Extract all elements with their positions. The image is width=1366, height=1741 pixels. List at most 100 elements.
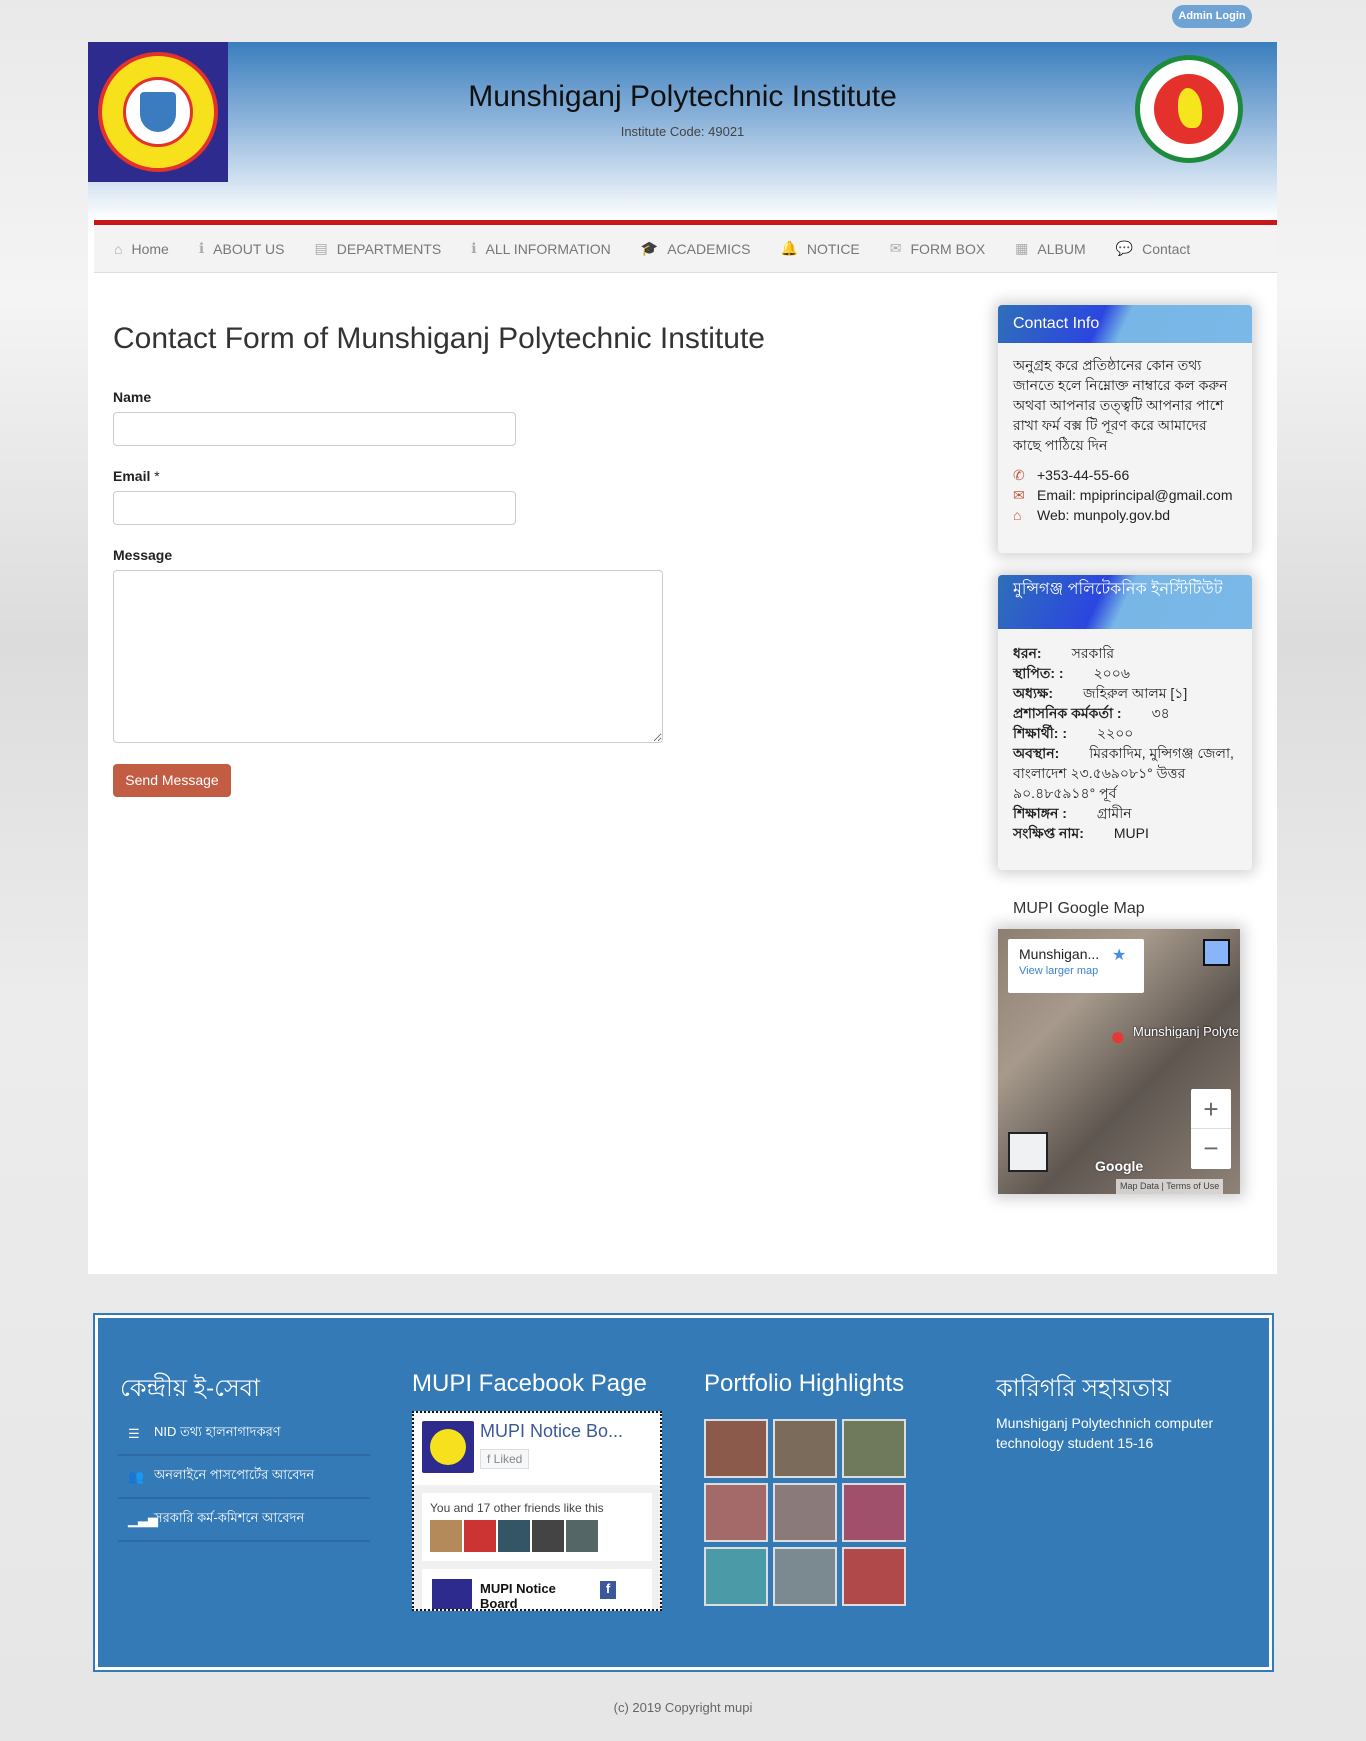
nav-item-album[interactable]: ▦ ALBUM [1015, 240, 1085, 257]
info-value: গ্রামীন [1096, 805, 1132, 821]
phone-number: +353-44-55-66 [1037, 467, 1130, 483]
info-row: শিক্ষাঙ্গন : গ্রামীন [1013, 803, 1237, 823]
nav-item-home[interactable]: ⌂ Home [114, 241, 169, 257]
map-pin-icon[interactable]: ● [1110, 1021, 1126, 1052]
liked-button[interactable]: f Liked [480, 1449, 530, 1469]
nav-item-all-information[interactable]: ℹ ALL INFORMATION [471, 240, 611, 257]
info-row: শিক্ষার্থী: : ২২০০ [1013, 723, 1237, 743]
facebook-page-avatar [422, 1421, 474, 1473]
map-data-link[interactable]: Map Data [1120, 1181, 1159, 1191]
info-row: স্থাপিত: : ২০০৬ [1013, 663, 1237, 683]
nav-item-academics[interactable]: 🎓 ACADEMICS [641, 240, 751, 257]
portfolio-thumbnail[interactable] [773, 1483, 837, 1542]
header: Munshiganj Polytechnic Institute Institu… [88, 42, 1277, 220]
name-input[interactable] [113, 412, 516, 446]
footer-support-title: কারিগরি সহায়তায় [996, 1375, 1171, 1402]
nav-label: ACADEMICS [667, 240, 751, 257]
nav-label: ALL INFORMATION [485, 240, 611, 257]
facebook-widget[interactable]: MUPI Notice Bo... f Liked You and 17 oth… [412, 1411, 662, 1611]
nav-label: ALBUM [1037, 240, 1086, 257]
book-icon: ▤ [314, 240, 328, 256]
message-textarea[interactable] [113, 570, 663, 743]
info-icon: ℹ [471, 240, 477, 256]
nav-label: Contact [1142, 240, 1191, 257]
info-row: প্রশাসনিক কর্মকর্তা : ৩৪ [1013, 703, 1237, 723]
eservice-link[interactable]: ☰ NID তথ্য হালনাগাদকরণ [118, 1413, 370, 1456]
grid-icon: ▦ [1015, 240, 1029, 256]
signal-icon: ▁▃▅ [128, 1511, 158, 1527]
star-icon[interactable]: ★ [1112, 945, 1126, 965]
contact-info-title: Contact Info [998, 305, 1252, 343]
eservice-link[interactable]: ▁▃▅ সরকারি কর্ম-কমিশনে আবেদন [118, 1499, 370, 1542]
facebook-page-name[interactable]: MUPI Notice Bo... [480, 1421, 623, 1442]
nav-label: DEPARTMENTS [336, 240, 442, 257]
contact-info-text: অনুগ্রহ করে প্রতিষ্ঠানের কোন তথ্য জানতে … [1013, 357, 1228, 453]
portfolio-thumbnail[interactable] [773, 1547, 837, 1606]
eservice-label: অনলাইনে পাসপোর্টের আবেদন [154, 1467, 315, 1482]
envelope-icon: ✉ [889, 240, 902, 256]
info-icon: ℹ [198, 240, 205, 256]
email-address[interactable]: Email: mpiprincipal@gmail.com [1037, 485, 1233, 505]
zoom-in-button[interactable]: + [1191, 1089, 1231, 1129]
page-container: Munshiganj Polytechnic Institute Institu… [88, 42, 1277, 1274]
info-value: ২২০০ [1096, 725, 1134, 741]
footer-support-text: Munshiganj Polytechnich computer technol… [996, 1415, 1214, 1451]
footer: কেন্দ্রীয় ই-সেবা ☰ NID তথ্য হালনাগাদকরণ 👥… [93, 1313, 1274, 1672]
info-row: ধরন: সরকারি [1013, 643, 1237, 663]
facebook-icon: f [487, 1452, 494, 1466]
nav-item-departments[interactable]: ▤ DEPARTMENTS [314, 240, 441, 257]
eservice-link[interactable]: 👥 অনলাইনে পাসপোর্টের আবেদন [118, 1456, 370, 1499]
institute-info-title: মুন্সিগঞ্জ পলিটেকনিক ইনস্টিটিউট [998, 575, 1252, 629]
send-message-button[interactable]: Send Message [113, 764, 231, 797]
nav-item-notice[interactable]: 🔔 NOTICE [780, 240, 859, 257]
nav-label: NOTICE [806, 240, 860, 257]
page-title: Contact Form of Munshiganj Polytechnic I… [113, 322, 765, 355]
info-value: MUPI [1113, 825, 1149, 841]
message-label: Message [113, 547, 173, 563]
portfolio-thumbnail[interactable] [773, 1419, 837, 1478]
email-label: Email * [113, 468, 160, 484]
nav-item-contact[interactable]: 💬 Contact [1116, 240, 1191, 257]
info-value: জহিরুল আলম [১] [1083, 685, 1188, 701]
home-icon: ⌂ [114, 240, 123, 257]
portfolio-thumbnail[interactable] [842, 1483, 906, 1542]
info-row: অধ্যক্ষ: জহিরুল আলম [১] [1013, 683, 1237, 703]
view-larger-map-link[interactable]: View larger map [1019, 965, 1133, 977]
google-logo: Google [1095, 1158, 1144, 1174]
footer-facebook-title: MUPI Facebook Page [412, 1370, 647, 1397]
name-label: Name [113, 389, 152, 405]
footer-portfolio-title: Portfolio Highlights [704, 1370, 905, 1397]
portfolio-thumbnail[interactable] [704, 1483, 768, 1542]
info-row: অবস্থান: মিরকাদিম, মুন্সিগঞ্জ জেলা, বাংলা… [1013, 743, 1237, 803]
server-icon: ☰ [128, 1425, 140, 1441]
info-key: স্থাপিত: : [1013, 665, 1064, 681]
portfolio-thumbnail[interactable] [704, 1419, 768, 1478]
info-key: সংক্ষিপ্ত নাম: [1013, 825, 1084, 841]
nav-item-form-box[interactable]: ✉ FORM BOX [890, 240, 985, 257]
nav-label: FORM BOX [910, 240, 986, 257]
main-nav: ⌂ Home ℹ ABOUT US ▤ DEPARTMENTS ℹ ALL INFORMATI… [94, 225, 1277, 273]
portfolio-thumbnail[interactable] [842, 1419, 906, 1478]
footer-eservice-title: কেন্দ্রীয় ই-সেবা [120, 1375, 260, 1402]
admin-login-button[interactable]: Admin Login [1172, 5, 1252, 28]
portfolio-thumbnail[interactable] [704, 1547, 768, 1606]
envelope-icon: ✉ [1013, 487, 1025, 503]
email-input[interactable] [113, 491, 516, 525]
google-map[interactable]: Munshigan... View larger map ★ ● Munshig… [998, 929, 1240, 1194]
site-title: Munshiganj Polytechnic Institute [468, 80, 897, 113]
website[interactable]: Web: munpoly.gov.bd [1037, 505, 1170, 525]
institute-info-panel: মুন্সিগঞ্জ পলিটেকনিক ইনস্টিটিউট ধরন: সরকা… [998, 575, 1252, 870]
map-pin-label: Munshiganj Polytechnic Instit [1133, 1025, 1238, 1038]
portfolio-thumbnail[interactable] [842, 1547, 906, 1606]
post-page-name[interactable]: MUPI Notice Board [480, 1581, 560, 1609]
map-type-toggle[interactable] [1008, 1132, 1048, 1172]
info-value: সরকারি [1071, 645, 1115, 661]
info-key: অধ্যক্ষ: [1013, 685, 1054, 701]
nav-label: ABOUT US [213, 240, 285, 257]
info-key: প্রশাসনিক কর্মকর্তা : [1013, 705, 1122, 721]
street-view-icon[interactable] [1203, 939, 1230, 966]
zoom-out-button[interactable]: − [1191, 1129, 1231, 1168]
terms-link[interactable]: Terms of Use [1166, 1181, 1219, 1191]
nav-item-about-us[interactable]: ℹ ABOUT US [199, 240, 285, 257]
info-value: ২০০৬ [1093, 665, 1130, 681]
